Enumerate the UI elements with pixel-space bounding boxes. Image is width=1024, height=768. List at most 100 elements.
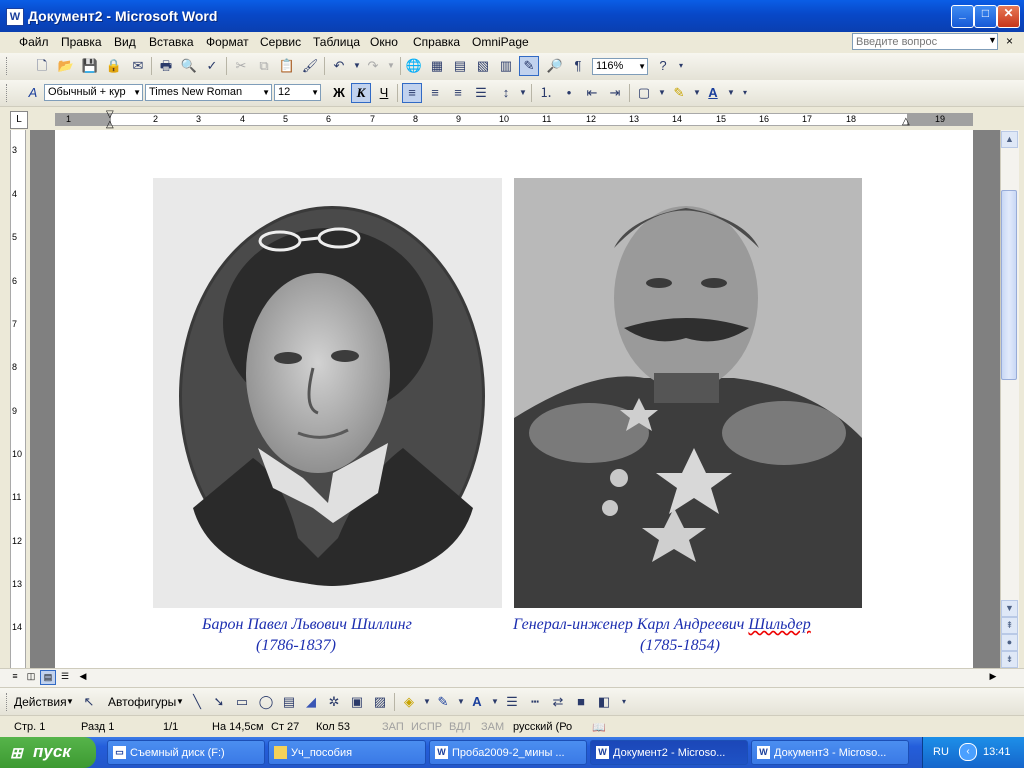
task-removable-disk[interactable]: ▭ Съемный диск (F:) [107,740,265,765]
spelling-icon[interactable]: ✓ [203,57,221,75]
toolbar-options-icon[interactable]: ▾ [672,57,690,75]
previous-page-icon[interactable]: ⇞ [1001,617,1018,634]
help-question-input[interactable]: Введите вопрос [852,33,998,50]
show-formatting-icon[interactable]: ¶ [569,57,587,75]
undo-icon[interactable]: ↶ [330,57,348,75]
font-size-combo[interactable]: 12 ▼ [274,84,321,101]
underline-button[interactable]: Ч [375,84,393,102]
draw-font-color-icon[interactable]: A [468,693,486,711]
menu-help[interactable]: Справка [413,35,460,49]
font-dropdown-icon[interactable]: ▼ [262,85,270,100]
language-indicator[interactable]: RU [933,746,949,758]
vertical-scroll-thumb[interactable] [1001,190,1017,380]
horizontal-scrollbar[interactable] [0,668,1024,687]
caption-schilder-years[interactable]: (1785-1854) [640,637,720,655]
status-ext[interactable]: ВДЛ [449,721,471,733]
portrait-schilder[interactable] [514,178,862,608]
redo-dropdown-icon[interactable]: ▼ [382,57,400,75]
menu-tools[interactable]: Сервис [260,35,301,49]
line-spacing-icon[interactable]: ↕ [497,84,515,102]
document-close-button[interactable]: × [1006,34,1013,48]
toolbar-options-icon[interactable]: ▾ [736,84,754,102]
decrease-indent-icon[interactable]: ⇤ [583,84,601,102]
status-rec[interactable]: ЗАП [382,721,404,733]
paste-icon[interactable]: 📋 [278,57,296,75]
portrait-shilling[interactable] [153,178,502,608]
permission-icon[interactable]: 🔒 [105,57,123,75]
insert-picture-icon[interactable]: ▨ [371,693,389,711]
select-browse-object-icon[interactable]: ● [1001,634,1018,651]
shadow-style-icon[interactable]: ■ [572,693,590,711]
align-left-button[interactable]: ≡ [402,83,422,103]
diagram-icon[interactable]: ✲ [325,693,343,711]
tab-selector[interactable]: L [10,111,28,129]
clip-art-icon[interactable]: ▣ [348,693,366,711]
cut-icon[interactable]: ✂ [232,57,250,75]
style-dropdown-icon[interactable]: ▼ [133,85,141,100]
indent-marker-icon[interactable]: ▽ △ [106,110,116,130]
help-dropdown-icon[interactable]: ▼ [988,35,997,45]
font-combo[interactable]: Times New Roman ▼ [145,84,272,101]
minimize-button[interactable]: _ [951,5,974,28]
highlight-icon[interactable]: ✎ [670,84,688,102]
menu-view[interactable]: Вид [114,35,136,49]
web-view-icon[interactable]: ◫ [24,670,38,683]
format-painter-icon[interactable]: 🖌 [301,57,319,75]
print-layout-icon[interactable]: ▤ [40,670,56,685]
caption-schilder-name[interactable]: Генерал-инженер Карл Андреевич Шильдер [513,616,811,634]
task-proba[interactable]: W Проба2009-2_мины ... [429,740,587,765]
right-indent-marker-icon[interactable]: △ [902,116,910,127]
oval-icon[interactable]: ◯ [257,693,275,711]
line-color-icon[interactable]: ✎ [434,693,452,711]
ruler-strip[interactable] [55,113,973,126]
copy-icon[interactable]: ⧉ [255,57,273,75]
rectangle-icon[interactable]: ▭ [233,693,251,711]
title-bar[interactable]: W Документ2 - Microsoft Word _ □ ✕ [0,0,1024,32]
open-icon[interactable]: 📂 [57,57,75,75]
bullets-icon[interactable]: • [560,84,578,102]
help-icon[interactable]: ? [654,57,672,75]
menu-edit[interactable]: Правка [61,35,102,49]
line-icon[interactable]: ╲ [188,693,206,711]
arrow-icon[interactable]: ➘ [210,693,228,711]
styles-pane-icon[interactable]: A [24,84,42,102]
align-center-button[interactable]: ≡ [426,84,444,102]
tray-arrow-icon[interactable]: ‹ [959,743,977,761]
line-style-icon[interactable]: ☰ [503,693,521,711]
next-page-icon[interactable]: ⇟ [1001,651,1018,668]
wordart-icon[interactable]: ◢ [302,693,320,711]
scroll-left-button[interactable]: ◀ [76,670,90,683]
increase-indent-icon[interactable]: ⇥ [606,84,624,102]
email-icon[interactable]: ✉ [129,57,147,75]
borders-dropdown-icon[interactable]: ▼ [653,84,671,102]
line-spacing-dropdown-icon[interactable]: ▼ [514,84,532,102]
task-document2[interactable]: W Документ2 - Microso... [590,740,748,765]
caption-shilling-years[interactable]: (1786-1837) [256,637,336,655]
word-app-icon[interactable]: W [6,8,24,26]
font-size-dropdown-icon[interactable]: ▼ [311,85,319,100]
save-icon[interactable]: 💾 [81,57,99,75]
menu-table[interactable]: Таблица [313,35,360,49]
draw-font-color-dropdown-icon[interactable]: ▼ [486,693,504,711]
print-icon[interactable]: 🖶 [157,57,175,75]
task-document3[interactable]: W Документ3 - Microso... [751,740,909,765]
borders-icon[interactable]: ▢ [635,84,653,102]
toolbar-grip[interactable] [6,57,10,75]
status-trk[interactable]: ИСПР [411,721,442,733]
scroll-down-button[interactable]: ▼ [1001,600,1018,617]
outline-view-icon[interactable]: ☰ [58,670,72,683]
menu-omnipage[interactable]: OmniPage [472,35,529,49]
caption-shilling-name[interactable]: Барон Павел Львович Шиллинг [202,616,412,634]
toolbar-options-icon[interactable]: ▾ [615,693,633,711]
status-language[interactable]: русский (Ро [513,721,572,733]
new-document-icon[interactable]: 🗋 [33,57,51,75]
menu-file[interactable]: Файл [19,35,49,49]
task-folder[interactable]: Уч_пособия [268,740,426,765]
scroll-right-button[interactable]: ▶ [986,670,1000,683]
select-objects-icon[interactable]: ↖ [80,693,98,711]
redo-icon[interactable]: ↷ [364,57,382,75]
menu-format[interactable]: Формат [206,35,249,49]
tables-borders-icon[interactable]: ▦ [428,57,446,75]
numbering-icon[interactable]: ⒈ [537,84,555,102]
columns-icon[interactable]: ▥ [497,57,515,75]
